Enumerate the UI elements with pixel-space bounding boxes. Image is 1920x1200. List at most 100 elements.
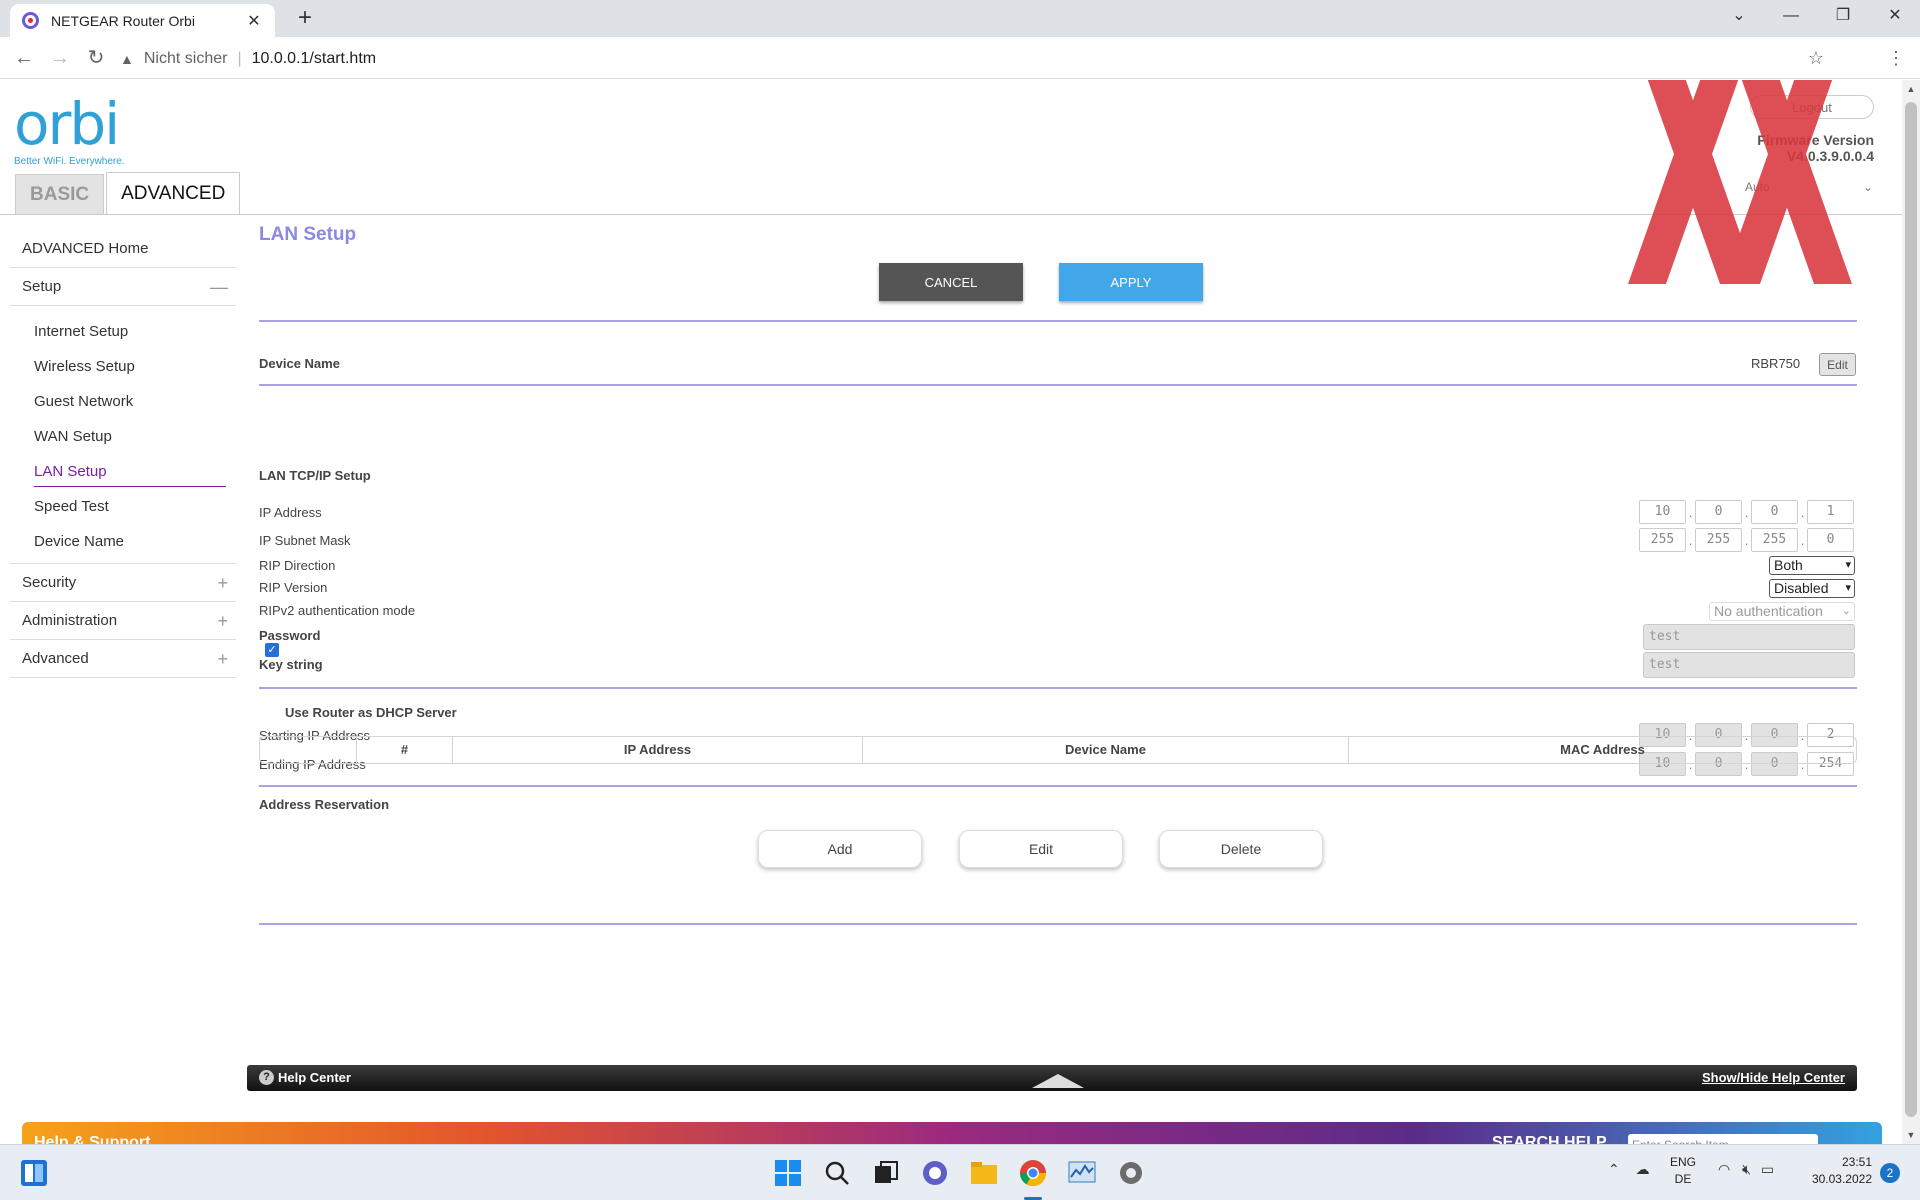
search-help-label: SEARCH HELP [1492, 1134, 1607, 1144]
tray-overflow-icon[interactable]: ⌃ [1608, 1161, 1620, 1177]
collapse-icon[interactable]: — [210, 268, 228, 306]
teams-chat-icon[interactable] [919, 1157, 951, 1189]
device-name-value: RBR750 [1751, 356, 1801, 371]
sidebar-item-guest-network[interactable]: Guest Network [10, 384, 236, 419]
table-header-device-name: Device Name [862, 737, 1348, 763]
edit-device-name-button[interactable]: Edit [1819, 353, 1856, 376]
subnet-octet-4[interactable]: 0 [1807, 528, 1854, 552]
settings-gear-icon[interactable] [1115, 1157, 1147, 1189]
sidebar-item-label: Setup [22, 278, 62, 295]
ip-octet-2[interactable]: 0 [1695, 500, 1742, 524]
expand-icon[interactable]: + [217, 602, 228, 640]
expand-icon[interactable]: + [217, 564, 228, 602]
table-header-number: # [356, 737, 452, 763]
password-input[interactable]: test [1643, 624, 1855, 650]
sidebar-item-administration[interactable]: Administration + [10, 602, 236, 640]
system-tray: ⌃ ☁ [1608, 1161, 1650, 1178]
sidebar-item-advanced[interactable]: Advanced + [10, 640, 236, 678]
browser-tab-strip: NETGEAR Router Orbi ✕ + ⌄ — ❐ ✕ [0, 0, 1920, 37]
scroll-down-icon[interactable]: ▼ [1902, 1130, 1920, 1140]
file-explorer-icon[interactable] [968, 1157, 1000, 1189]
notification-badge[interactable]: 2 [1880, 1163, 1900, 1183]
apply-button[interactable]: APPLY [1059, 263, 1203, 301]
resource-monitor-icon[interactable] [1066, 1157, 1098, 1189]
subnet-octet-1[interactable]: 255 [1639, 528, 1686, 552]
security-label: Nicht sicher [143, 50, 228, 67]
key-string-input[interactable]: test [1643, 652, 1855, 678]
window-close-icon[interactable]: ✕ [1878, 4, 1912, 28]
show-hide-help-link[interactable]: Show/Hide Help Center [1702, 1070, 1845, 1085]
tab-basic[interactable]: BASIC [15, 174, 105, 214]
help-icon: ? [259, 1070, 274, 1085]
windows-start-icon[interactable] [772, 1157, 804, 1189]
section-divider [259, 320, 1857, 322]
back-icon[interactable]: ← [10, 45, 38, 71]
address-bar[interactable]: ▲ Nicht sicher | 10.0.0.1/start.htm [120, 43, 376, 75]
clock-time: 23:51 [1841, 1155, 1872, 1169]
sidebar-item-security[interactable]: Security + [10, 564, 236, 602]
taskbar-clock[interactable]: 23:51 30.03.2022 [1800, 1154, 1872, 1188]
reload-icon[interactable]: ↻ [82, 45, 110, 71]
header-divider [0, 214, 1902, 215]
subnet-field: 255. 255. 255. 0 [1639, 528, 1854, 552]
expand-arrow-icon[interactable] [1032, 1074, 1084, 1088]
task-view-icon[interactable] [870, 1157, 902, 1189]
battery-icon: ▭ [1760, 1161, 1775, 1177]
delete-reservation-button[interactable]: Delete [1159, 830, 1323, 868]
quick-settings[interactable]: ◠ 🔇︎ ▭ [1718, 1161, 1774, 1178]
reservation-table-header: # IP Address Device Name MAC Address [259, 736, 1857, 764]
sidebar-item-wireless-setup[interactable]: Wireless Setup [10, 349, 236, 384]
rip-direction-select[interactable]: Both ▾ [1769, 556, 1855, 575]
browser-tab[interactable]: NETGEAR Router Orbi ✕ [10, 4, 275, 37]
rip-version-select[interactable]: Disabled ▾ [1769, 579, 1855, 598]
add-reservation-button[interactable]: Add [758, 830, 922, 868]
sidebar-item-lan-setup[interactable]: LAN Setup [10, 454, 236, 489]
page-scrollbar[interactable]: ▲ ▼ [1902, 80, 1920, 1144]
onedrive-icon[interactable]: ☁ [1636, 1161, 1650, 1177]
edit-reservation-button[interactable]: Edit [959, 830, 1123, 868]
search-help-input[interactable]: Enter Search Item [1628, 1134, 1818, 1144]
sidebar-item-wan-setup[interactable]: WAN Setup [10, 419, 236, 454]
subnet-octet-3[interactable]: 255 [1751, 528, 1798, 552]
search-icon[interactable] [821, 1157, 853, 1189]
sidebar-item-setup[interactable]: Setup — [10, 268, 236, 306]
ripv2-auth-select[interactable]: No authentication ⌄ [1709, 602, 1855, 621]
orbi-logo: orbi Better WiFi. Everywhere. [14, 95, 125, 167]
scrollbar-thumb[interactable] [1905, 102, 1917, 1117]
sidebar-item-internet-setup[interactable]: Internet Setup [10, 314, 236, 349]
table-header-mac: MAC Address [1348, 737, 1856, 763]
new-tab-icon[interactable]: + [292, 4, 318, 32]
dhcp-checkbox[interactable]: ✓ [265, 643, 279, 657]
ip-octet-1[interactable]: 10 [1639, 500, 1686, 524]
sidebar-item-label: LAN Setup [34, 463, 107, 480]
tab-advanced[interactable]: ADVANCED [106, 172, 241, 214]
browser-menu-icon[interactable]: ⋮ [1882, 45, 1910, 71]
scroll-up-icon[interactable]: ▲ [1902, 84, 1920, 94]
ip-octet-3[interactable]: 0 [1751, 500, 1798, 524]
sidebar-item-device-name[interactable]: Device Name [10, 524, 236, 559]
expand-icon[interactable]: + [217, 640, 228, 678]
cancel-button[interactable]: CANCEL [879, 263, 1023, 301]
sidebar-item-advanced-home[interactable]: ADVANCED Home [10, 230, 236, 268]
red-x-watermark [1628, 80, 1852, 284]
subnet-octet-2[interactable]: 255 [1695, 528, 1742, 552]
restore-icon[interactable]: ❐ [1826, 4, 1860, 28]
section-divider [259, 687, 1857, 689]
clock-date: 30.03.2022 [1811, 1172, 1872, 1186]
chevron-down-icon: ⌄ [1862, 180, 1873, 194]
chrome-icon[interactable] [1017, 1157, 1049, 1189]
sidebar-item-speed-test[interactable]: Speed Test [10, 489, 236, 524]
sidebar-item-label: Security [22, 574, 77, 591]
widgets-icon[interactable] [18, 1157, 50, 1189]
minimize-icon[interactable]: — [1774, 4, 1808, 28]
ip-octet-4[interactable]: 1 [1807, 500, 1854, 524]
tab-search-icon[interactable]: ⌄ [1722, 4, 1756, 28]
close-tab-icon[interactable]: ✕ [245, 11, 263, 31]
bookmark-star-icon[interactable]: ☆ [1802, 45, 1830, 71]
lan-tcpip-heading: LAN TCP/IP Setup [259, 468, 371, 483]
table-header-ip: IP Address [452, 737, 862, 763]
ripv2-auth-value: No authentication [1714, 603, 1823, 619]
tab-title: NETGEAR Router Orbi [51, 12, 195, 29]
language-indicator[interactable]: ENG DE [1670, 1154, 1696, 1188]
forward-icon[interactable]: → [46, 45, 74, 71]
